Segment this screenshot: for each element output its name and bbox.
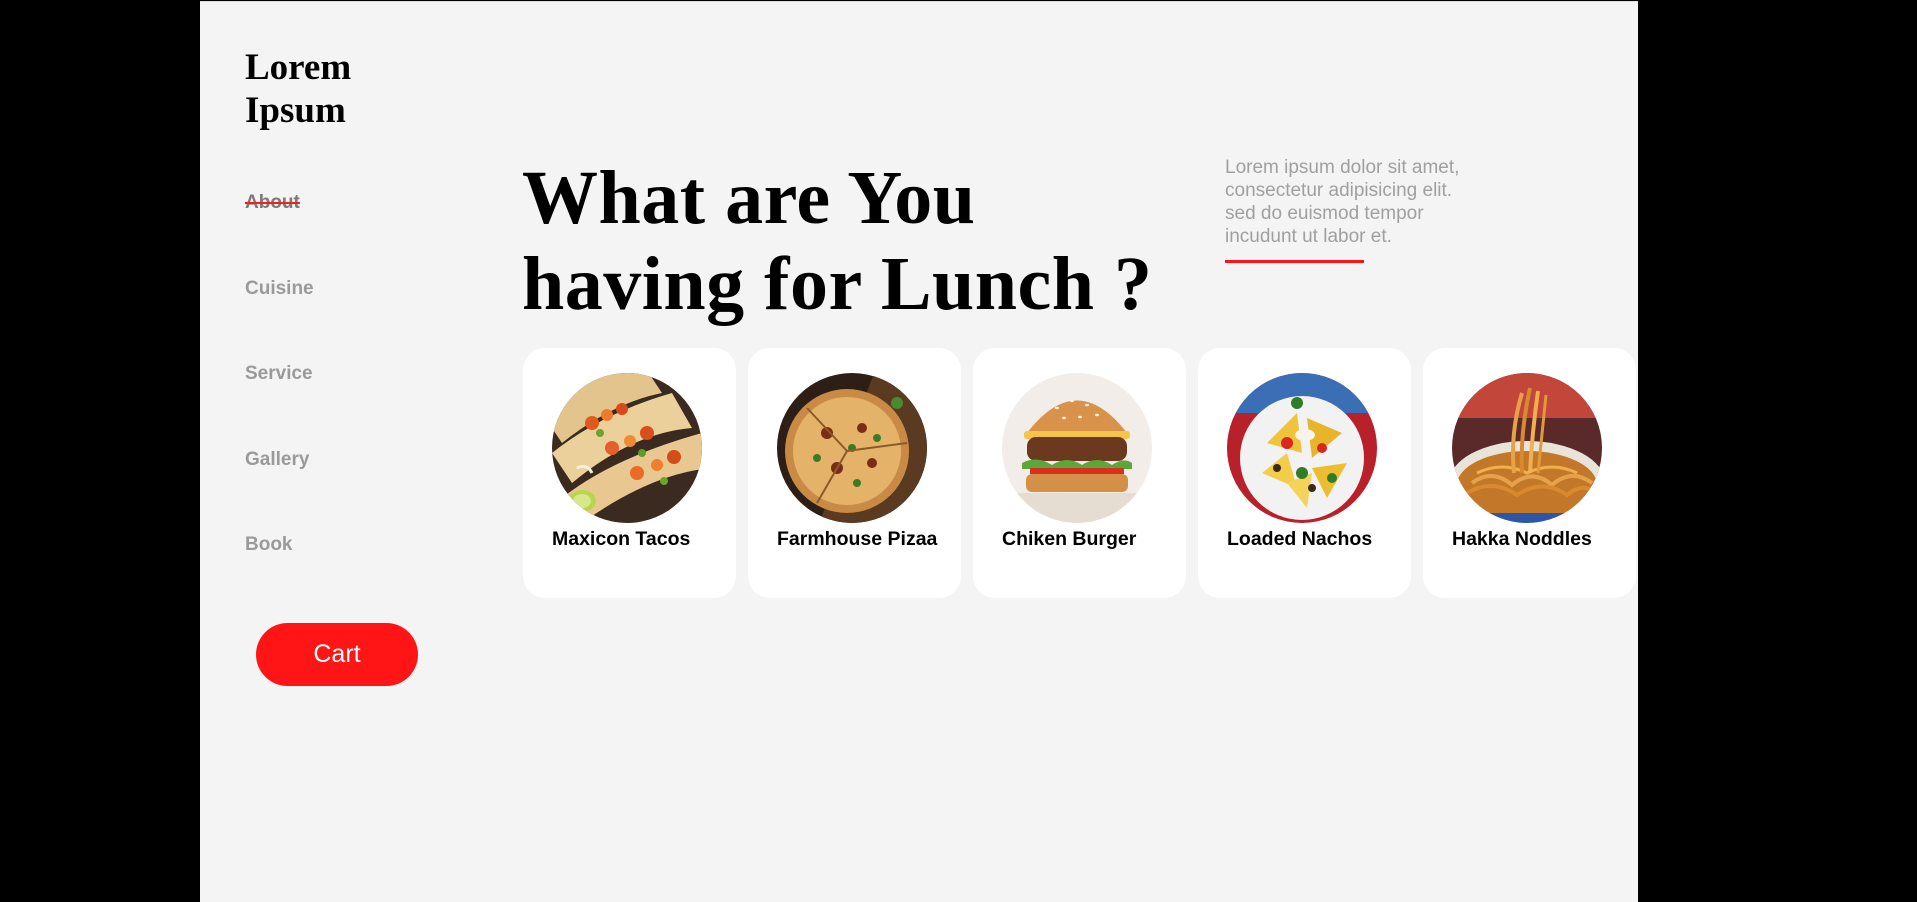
intro-underline-divider — [1225, 260, 1364, 263]
sidebar-nav: About Cuisine Service Gallery Book — [245, 192, 314, 620]
dish-name-tacos: Maxicon Tacos — [552, 528, 691, 550]
dish-name-nachos: Loaded Nachos — [1227, 528, 1373, 550]
dish-card-noodles[interactable]: Hakka Noddles — [1423, 348, 1636, 598]
brand-logo-line1: Lorem — [245, 47, 352, 88]
nav-item-cuisine[interactable]: Cuisine — [245, 278, 314, 364]
dish-name-pizza: Farmhouse Pizaa — [777, 528, 938, 550]
brand-logo[interactable]: Lorem Ipsum — [245, 46, 405, 132]
dish-card-burger[interactable]: Chiken Burger — [973, 348, 1186, 598]
cart-button[interactable]: Cart — [256, 623, 418, 686]
nav-item-service[interactable]: Service — [245, 363, 314, 449]
tacos-image — [552, 373, 702, 523]
hero-title: What are You having for Lunch ? — [522, 155, 1222, 327]
nav-item-book[interactable]: Book — [245, 534, 314, 620]
dish-name-noodles: Hakka Noddles — [1452, 528, 1592, 550]
intro-text: Lorem ipsum dolor sit amet, consectetur … — [1225, 157, 1460, 247]
nav-item-gallery[interactable]: Gallery — [245, 449, 314, 535]
pizza-image — [777, 373, 927, 523]
burger-image — [1002, 373, 1152, 523]
dish-name-burger: Chiken Burger — [1002, 528, 1137, 550]
nav-item-about[interactable]: About — [245, 192, 314, 278]
brand-logo-line2: Ipsum — [245, 90, 346, 131]
dish-carousel: Maxicon Tacos Farmhouse Pizaa Chiken Bur… — [523, 348, 1638, 600]
page-container: Lorem Ipsum About Cuisine Service Galler… — [200, 1, 1638, 902]
nachos-image — [1227, 373, 1377, 523]
hero-title-line1: What are You — [522, 156, 976, 240]
noodles-image — [1452, 373, 1602, 523]
dish-card-tacos[interactable]: Maxicon Tacos — [523, 348, 736, 598]
hero-title-line2: having for Lunch ? — [522, 242, 1153, 326]
dish-card-nachos[interactable]: Loaded Nachos — [1198, 348, 1411, 598]
dish-card-pizza[interactable]: Farmhouse Pizaa — [748, 348, 961, 598]
